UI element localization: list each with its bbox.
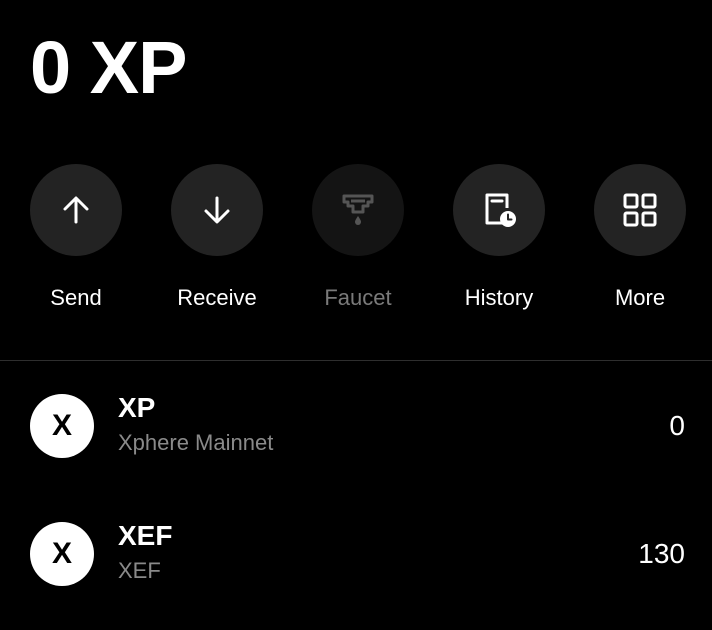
history-button[interactable]: History	[453, 164, 545, 310]
history-button-circle[interactable]	[453, 164, 545, 256]
token-network: XEF	[118, 558, 161, 583]
history-label: History	[464, 285, 534, 310]
send-button[interactable]: Send	[30, 164, 122, 310]
token-amount: 0	[669, 410, 685, 441]
token-row-xp[interactable]: X XP Xphere Mainnet 0	[0, 386, 712, 466]
send-label: Send	[50, 285, 102, 310]
faucet-label: Faucet	[324, 285, 392, 310]
token-symbol: XEF	[118, 520, 173, 551]
section-divider	[0, 360, 712, 361]
token-row-xef[interactable]: X XEF XEF 130	[0, 514, 712, 594]
token-logo-xp: X	[30, 394, 94, 458]
faucet-button-circle[interactable]	[312, 164, 404, 256]
receive-button-circle[interactable]	[171, 164, 263, 256]
token-amount: 130	[638, 538, 685, 569]
arrow-up-icon	[63, 196, 89, 224]
send-button-circle[interactable]	[30, 164, 122, 256]
total-balance: 0 XP	[30, 26, 187, 109]
faucet-button[interactable]: Faucet	[312, 164, 404, 310]
more-button-circle[interactable]	[594, 164, 686, 256]
arrow-down-icon	[204, 196, 230, 224]
more-label: More	[614, 285, 666, 310]
faucet-icon	[342, 194, 374, 225]
more-button[interactable]: More	[594, 164, 686, 310]
receive-label: Receive	[177, 285, 257, 310]
token-symbol: XP	[118, 392, 156, 423]
token-network: Xphere Mainnet	[118, 430, 274, 455]
grid-icon	[623, 193, 657, 227]
token-logo-xef: X	[30, 522, 94, 586]
history-icon	[485, 193, 516, 227]
receive-button[interactable]: Receive	[171, 164, 263, 310]
action-bar: Send Receive Faucet History More	[0, 164, 712, 314]
